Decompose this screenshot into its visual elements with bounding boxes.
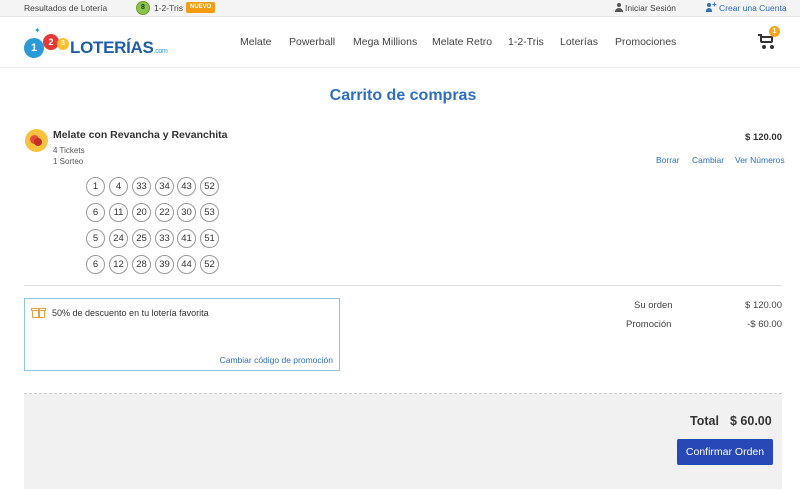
number-ball: 25 [132, 229, 151, 248]
login-label: Iniciar Sesión [625, 3, 677, 13]
nav-loterias[interactable]: Loterías [560, 36, 598, 48]
cart-wheel [762, 45, 766, 49]
number-ball: 39 [155, 255, 174, 274]
number-ball: 33 [132, 177, 151, 196]
cart-icon [760, 36, 773, 43]
tris-ball-icon: 8 [136, 1, 150, 15]
number-ball: 12 [109, 255, 128, 274]
number-ball: 33 [155, 229, 174, 248]
number-ball: 51 [200, 229, 219, 248]
number-ball: 5 [86, 229, 105, 248]
item-draws: 1 Sorteo [53, 157, 84, 166]
number-ball: 30 [177, 203, 196, 222]
section-divider [24, 285, 782, 286]
confirm-order-button[interactable]: Confirmar Orden [677, 439, 773, 465]
number-ball: 52 [200, 177, 219, 196]
change-promo-link[interactable]: Cambiar código de promoción [220, 355, 333, 365]
login-link[interactable]: Iniciar Sesión [615, 3, 676, 13]
number-ball: 43 [177, 177, 196, 196]
gift-icon [31, 306, 46, 318]
melate-logo-icon [25, 129, 48, 152]
promo-label: Promoción [626, 319, 672, 330]
logo-ball-3: 3 [57, 38, 69, 50]
logo-suffix: .com [153, 48, 168, 55]
promo-value: -$ 60.00 [747, 319, 782, 330]
number-ball: 41 [177, 229, 196, 248]
nav-1-2-tris[interactable]: 1-2-Tris [508, 36, 544, 48]
item-tickets: 4 Tickets [53, 146, 85, 155]
cart-count-badge: 1 [769, 26, 780, 37]
order-label: Su orden [634, 300, 673, 311]
number-ball: 34 [155, 177, 174, 196]
order-value: $ 120.00 [745, 300, 782, 311]
cart-button[interactable]: 1 [758, 26, 780, 50]
user-icon [615, 3, 623, 12]
nav-mega-millions[interactable]: Mega Millions [353, 36, 417, 48]
number-ball: 24 [109, 229, 128, 248]
results-link[interactable]: Resultados de Lotería [24, 3, 107, 13]
site-logo[interactable]: ✦ 1 2 3 LOTERÍAS.com [24, 26, 169, 60]
total-panel: Total $ 60.00 Confirmar Orden [24, 393, 782, 489]
change-link[interactable]: Cambiar [692, 155, 724, 165]
number-ball: 28 [132, 255, 151, 274]
promo-text: 50% de descuento en tu lotería favorita [52, 308, 209, 318]
page-title: Carrito de compras [329, 87, 477, 104]
number-ball: 20 [132, 203, 151, 222]
sparkle-icon: ✦ [34, 26, 41, 35]
cart-wheel [770, 45, 774, 49]
top-bar: Resultados de Lotería 8 1-2-Tris NUEVO I… [0, 0, 800, 17]
nav-melate-retro[interactable]: Melate Retro [432, 36, 492, 48]
new-badge: NUEVO [186, 2, 216, 13]
logo-wordmark: LOTERÍAS.com [70, 38, 168, 58]
logo-word: LOTERÍAS [70, 38, 154, 57]
item-name: Melate con Revancha y Revanchita [53, 129, 228, 141]
number-ball: 53 [200, 203, 219, 222]
number-ball: 4 [109, 177, 128, 196]
number-ball: 11 [109, 203, 128, 222]
item-price: $ 120.00 [745, 132, 782, 143]
number-ball: 22 [155, 203, 174, 222]
tris-link[interactable]: 1-2-Tris [154, 3, 183, 13]
number-ball: 52 [200, 255, 219, 274]
number-ball: 6 [86, 203, 105, 222]
nav-melate[interactable]: Melate [240, 36, 272, 48]
main-header: ✦ 1 2 3 LOTERÍAS.com Melate Powerball Me… [0, 18, 800, 68]
promo-box: 50% de descuento en tu lotería favorita … [24, 298, 340, 371]
signup-label: Crear una Cuenta [719, 3, 787, 13]
add-user-icon [706, 0, 717, 12]
number-ball: 44 [177, 255, 196, 274]
nav-powerball[interactable]: Powerball [289, 36, 335, 48]
logo-ball-1: 1 [24, 38, 44, 58]
nav-promociones[interactable]: Promociones [615, 36, 676, 48]
signup-link[interactable]: Crear una Cuenta [706, 0, 787, 13]
number-ball: 1 [86, 177, 105, 196]
total-value: $ 60.00 [730, 414, 772, 428]
number-ball: 6 [86, 255, 105, 274]
delete-link[interactable]: Borrar [656, 155, 680, 165]
total-label: Total [690, 414, 719, 428]
view-numbers-link[interactable]: Ver Números [735, 155, 785, 165]
